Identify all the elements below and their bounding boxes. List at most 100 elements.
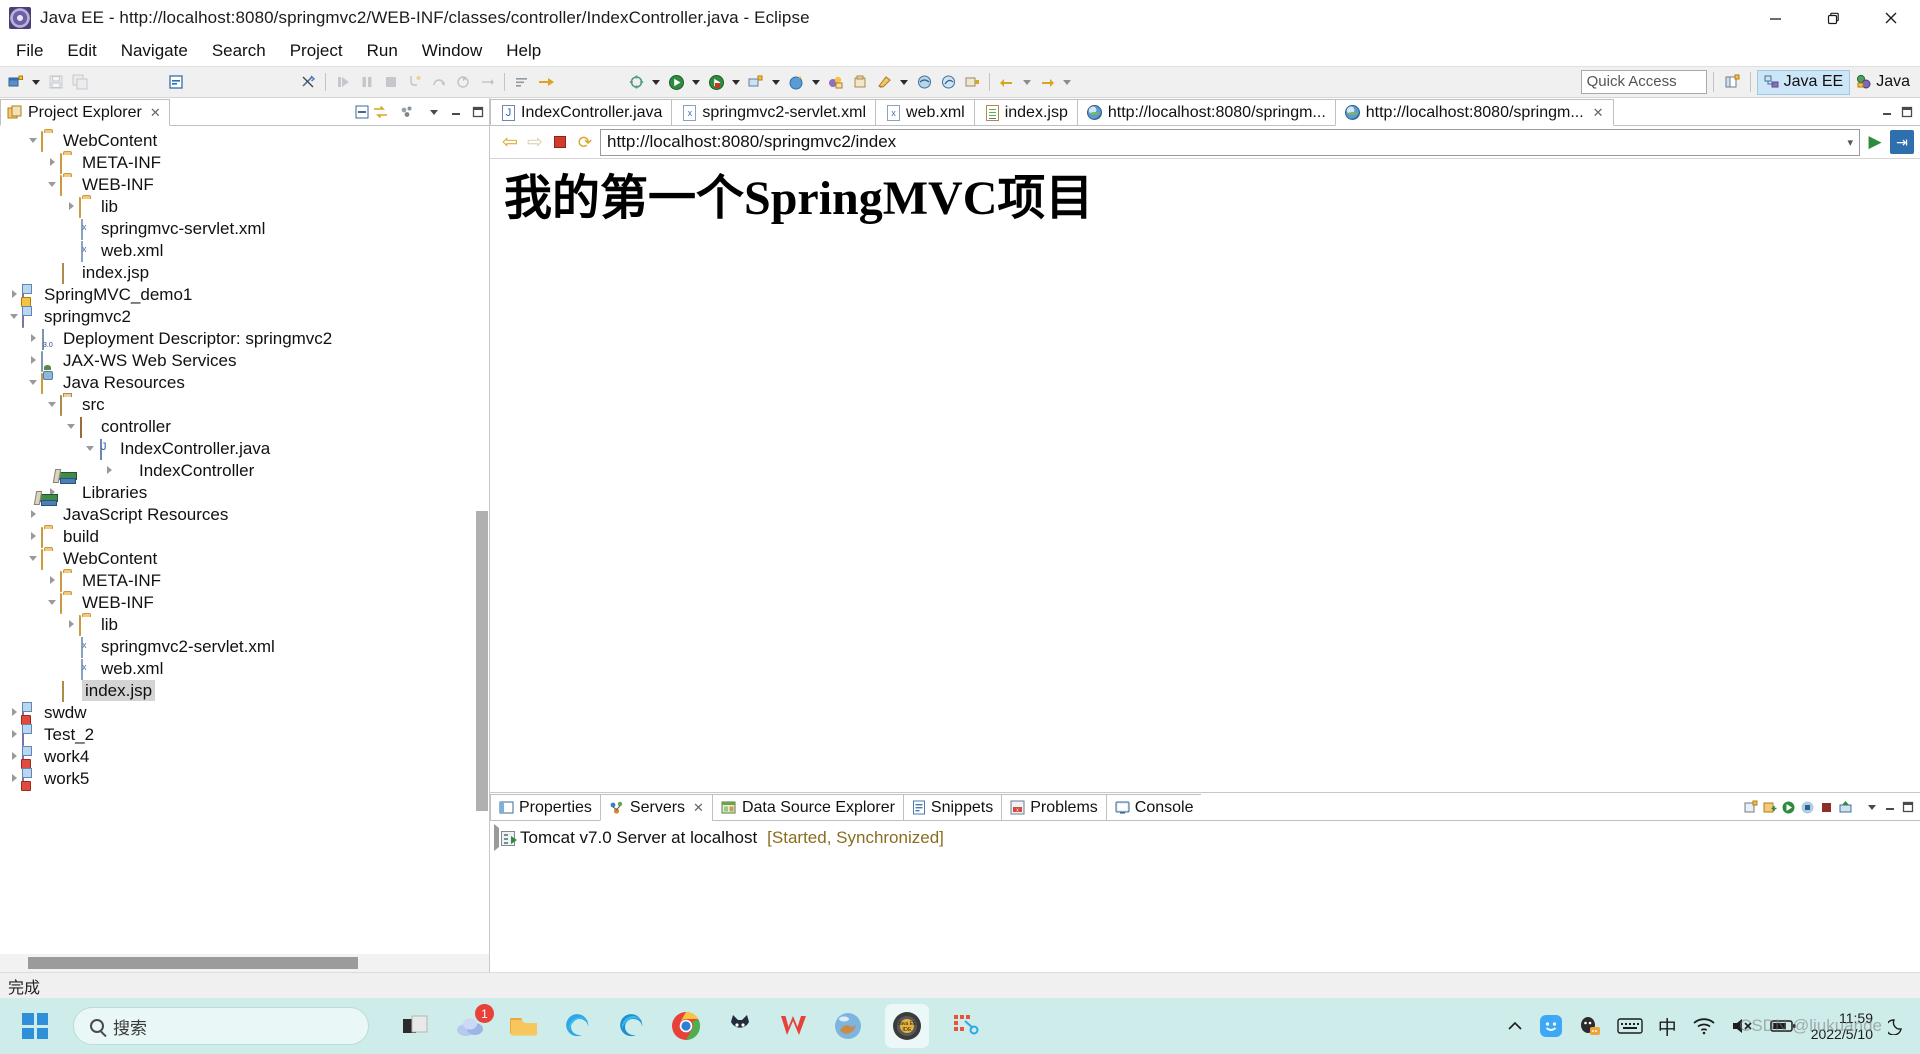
- chrome-icon[interactable]: [669, 1009, 703, 1043]
- stop-server-icon[interactable]: [1819, 800, 1834, 815]
- tree-row[interactable]: springmvc-servlet.xml: [0, 217, 489, 240]
- bottom-panel-tab[interactable]: Properties: [490, 794, 600, 821]
- maximize-editor-icon[interactable]: [1900, 105, 1914, 119]
- menu-run[interactable]: Run: [355, 38, 410, 64]
- next-annotation-icon[interactable]: [936, 70, 960, 94]
- close-tab-icon[interactable]: ✕: [1593, 105, 1604, 121]
- tree-row[interactable]: WebContent: [0, 129, 489, 152]
- tree-row[interactable]: Deployment Descriptor: springmvc2: [0, 327, 489, 350]
- run-icon[interactable]: [704, 70, 728, 94]
- tree-row[interactable]: META-INF: [0, 569, 489, 592]
- twisty-right-icon[interactable]: [63, 198, 79, 214]
- earth-app-icon[interactable]: [831, 1009, 865, 1043]
- toggle-mark-occurrences-icon[interactable]: [296, 70, 320, 94]
- tree-row[interactable]: WebContent: [0, 547, 489, 570]
- url-chevron-down-icon[interactable]: ▾: [1847, 136, 1853, 149]
- external-tools-chevron-down-icon[interactable]: [768, 70, 784, 94]
- restore-icon[interactable]: [1804, 0, 1862, 36]
- twisty-right-icon[interactable]: [63, 616, 79, 632]
- twisty-right-icon[interactable]: [44, 154, 60, 170]
- go-play-icon[interactable]: ▶: [1865, 132, 1885, 152]
- twisty-right-icon[interactable]: [6, 770, 22, 786]
- minimize-icon[interactable]: [1746, 0, 1804, 36]
- new-server-icon[interactable]: [824, 70, 848, 94]
- server-twisty-right-icon[interactable]: [494, 824, 499, 851]
- tree-row[interactable]: IndexController.java: [0, 437, 489, 460]
- twisty-down-icon[interactable]: [25, 374, 41, 390]
- editor-tab[interactable]: IndexController.java: [490, 99, 672, 126]
- open-task-icon[interactable]: [848, 70, 872, 94]
- tree-row[interactable]: build: [0, 525, 489, 548]
- wifi-icon[interactable]: [1692, 1017, 1716, 1035]
- resume-icon[interactable]: [331, 70, 355, 94]
- project-tree[interactable]: WebContentMETA-INFWEB-INFlibspringmvc-se…: [0, 126, 489, 954]
- open-external-browser-icon[interactable]: ⇥: [1890, 130, 1914, 154]
- minimize-editor-icon[interactable]: [1880, 105, 1894, 119]
- quick-access-input[interactable]: Quick Access: [1580, 70, 1707, 94]
- twisty-right-icon[interactable]: [44, 484, 60, 500]
- tree-row[interactable]: work4: [0, 745, 489, 768]
- taskbar-clock[interactable]: 11:59 2022/5/10: [1811, 1010, 1873, 1042]
- twisty-down-icon[interactable]: [25, 132, 41, 148]
- pin-editor-icon[interactable]: [872, 70, 896, 94]
- tree-row[interactable]: work5: [0, 767, 489, 790]
- servers-view-body[interactable]: Tomcat v7.0 Server at localhost [Started…: [490, 821, 1920, 972]
- tree-row[interactable]: Libraries: [0, 481, 489, 503]
- onedrive-icon[interactable]: 1: [453, 1004, 494, 1043]
- show-hidden-icons-chevron-icon[interactable]: [1506, 1019, 1524, 1033]
- explorer-scroll-thumb[interactable]: [476, 511, 488, 811]
- twisty-right-icon[interactable]: [25, 330, 41, 346]
- twisty-down-icon[interactable]: [6, 308, 22, 324]
- tree-row[interactable]: Java Resources: [0, 371, 489, 394]
- menu-project[interactable]: Project: [278, 38, 355, 64]
- wps-office-icon[interactable]: [777, 1009, 811, 1043]
- close-view-icon[interactable]: ✕: [150, 105, 161, 121]
- tree-row[interactable]: web.xml: [0, 657, 489, 680]
- twisty-down-icon[interactable]: [44, 396, 60, 412]
- ime-chinese-icon[interactable]: 中: [1658, 1013, 1677, 1040]
- tree-row[interactable]: Test_2: [0, 723, 489, 746]
- tree-row[interactable]: JavaScript Resources: [0, 503, 489, 525]
- perspective-java-ee[interactable]: Java EE: [1756, 69, 1851, 95]
- skip-breakpoints-icon[interactable]: [475, 70, 499, 94]
- snipping-tool-icon[interactable]: [949, 1009, 983, 1043]
- tree-row[interactable]: src: [0, 393, 489, 416]
- editor-tab[interactable]: http://localhost:8080/springm... ✕: [1334, 99, 1614, 126]
- editor-tab[interactable]: web.xml: [875, 99, 974, 126]
- save-all-icon[interactable]: [68, 70, 92, 94]
- new-java-class-icon[interactable]: [164, 70, 188, 94]
- file-explorer-icon[interactable]: [507, 1009, 541, 1043]
- tree-row[interactable]: springmvc2: [0, 305, 489, 328]
- tree-row[interactable]: swdw: [0, 701, 489, 724]
- run-chevron-down-icon[interactable]: [728, 70, 744, 94]
- start-server-icon[interactable]: [1781, 800, 1796, 815]
- tab-project-explorer[interactable]: Project Explorer ✕: [0, 99, 170, 126]
- edge-icon[interactable]: [561, 1009, 595, 1043]
- twisty-down-icon[interactable]: [82, 440, 98, 456]
- tree-row[interactable]: SpringMVC_demo1: [0, 283, 489, 306]
- tree-row[interactable]: lib: [0, 613, 489, 636]
- stop-icon[interactable]: [550, 132, 570, 152]
- tree-row[interactable]: index.jsp: [0, 679, 489, 702]
- new-project-chevron-down-icon[interactable]: [648, 70, 664, 94]
- tree-row[interactable]: JAX-WS Web Services: [0, 349, 489, 372]
- twisty-right-icon[interactable]: [6, 726, 22, 742]
- edge-browser-icon[interactable]: [615, 1009, 649, 1043]
- close-icon[interactable]: [1862, 0, 1920, 36]
- server-row[interactable]: Tomcat v7.0 Server at localhost [Started…: [490, 824, 1920, 851]
- explorer-hscroll-thumb[interactable]: [28, 957, 358, 969]
- twisty-down-icon[interactable]: [44, 594, 60, 610]
- windows-start-icon[interactable]: [22, 1013, 48, 1039]
- bottom-panel-tab[interactable]: Servers ✕: [599, 794, 712, 821]
- view-menu-chevron-down-icon[interactable]: [1865, 800, 1879, 814]
- run-last-tool-icon[interactable]: [534, 70, 558, 94]
- previous-annotation-icon[interactable]: [912, 70, 936, 94]
- minimize-panel-icon[interactable]: [1883, 800, 1897, 814]
- new-project-wizard-icon[interactable]: [624, 70, 648, 94]
- twisty-right-icon[interactable]: [25, 506, 41, 522]
- minimize-view-icon[interactable]: [449, 105, 463, 119]
- volume-muted-icon[interactable]: [1731, 1017, 1755, 1035]
- twisty-right-icon[interactable]: [6, 704, 22, 720]
- debug-icon[interactable]: [664, 70, 688, 94]
- twisty-down-icon[interactable]: [44, 176, 60, 192]
